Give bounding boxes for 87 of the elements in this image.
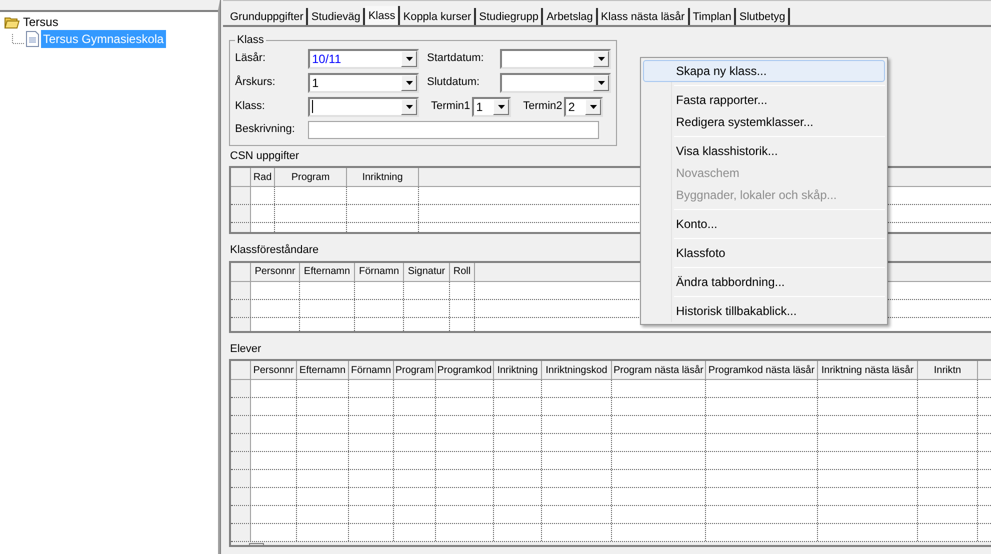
field-label: Slutdatum: bbox=[427, 75, 481, 90]
tab[interactable]: Studiegrupp bbox=[476, 8, 544, 25]
column-header[interactable]: Inriktning bbox=[347, 168, 419, 186]
menu-item[interactable]: Historisk tillbakablick... bbox=[643, 300, 885, 322]
column-header[interactable]: Programkod bbox=[436, 361, 494, 379]
tab[interactable]: Koppla kurser bbox=[400, 8, 476, 25]
column-header[interactable]: Inriktningskod bbox=[542, 361, 612, 379]
tab[interactable]: Klass bbox=[365, 6, 400, 25]
menu-item[interactable]: Konto... bbox=[643, 213, 885, 235]
field-label: Beskrivning: bbox=[235, 122, 296, 138]
column-header[interactable]: Program bbox=[275, 168, 347, 186]
dropdown-button[interactable] bbox=[401, 74, 417, 90]
column-header[interactable]: Rad bbox=[251, 168, 275, 186]
column-header[interactable]: Personnr bbox=[251, 262, 300, 280]
column-header[interactable]: Program bbox=[394, 361, 436, 379]
field-label: Årskurs: bbox=[235, 74, 276, 90]
row-header[interactable] bbox=[231, 434, 251, 451]
dropdown-button[interactable] bbox=[401, 98, 417, 114]
column-header[interactable]: Inriktning bbox=[494, 361, 542, 379]
caret-icon bbox=[406, 104, 412, 108]
caret-icon bbox=[598, 56, 604, 60]
combo-box[interactable]: 10/11 bbox=[308, 48, 419, 68]
column-header[interactable]: Efternamn bbox=[300, 262, 355, 280]
tab[interactable]: Klass nästa läsår bbox=[598, 8, 690, 25]
column-header[interactable]: Roll bbox=[450, 262, 475, 280]
tab[interactable]: Grunduppgifter bbox=[227, 8, 308, 25]
field-label: Termin1 bbox=[430, 99, 472, 114]
row-header[interactable] bbox=[231, 524, 251, 541]
section-title: CSN uppgifter bbox=[229, 148, 300, 164]
row-header[interactable] bbox=[231, 187, 251, 204]
column-header[interactable]: Signatur bbox=[404, 262, 450, 280]
menu-item[interactable]: Klassfoto bbox=[643, 242, 885, 264]
row-header[interactable] bbox=[231, 318, 251, 330]
section-title: Klassföreståndare bbox=[229, 243, 319, 258]
column-header[interactable]: Program nästa läsår bbox=[612, 361, 706, 379]
field-label: Termin2 bbox=[522, 99, 564, 114]
combo-box[interactable]: 2 bbox=[564, 96, 604, 116]
column-header[interactable]: Inriktn bbox=[918, 361, 978, 379]
combo-box[interactable]: 1 bbox=[308, 72, 419, 92]
row-header[interactable] bbox=[231, 470, 251, 487]
menu-item[interactable]: Skapa ny klass... bbox=[643, 60, 885, 82]
combo-box[interactable]: 1 bbox=[472, 96, 512, 116]
tab[interactable]: Slutbetyg bbox=[736, 8, 790, 25]
column-header[interactable]: Programkod nästa läsår bbox=[706, 361, 818, 379]
column-header[interactable]: Förnamn bbox=[349, 361, 394, 379]
dropdown-button[interactable] bbox=[593, 50, 609, 66]
caret-icon bbox=[406, 56, 412, 60]
folder-icon bbox=[4, 14, 20, 28]
caret-icon bbox=[590, 104, 597, 108]
row-header[interactable] bbox=[231, 300, 251, 316]
dropdown-button[interactable] bbox=[585, 98, 602, 114]
column-header[interactable]: Inriktning nästa läsår bbox=[818, 361, 918, 379]
row-header[interactable] bbox=[231, 282, 251, 298]
column-header[interactable]: Personnr bbox=[251, 361, 297, 379]
tab[interactable]: Arbetslag bbox=[543, 8, 598, 25]
row-header[interactable] bbox=[231, 452, 251, 469]
menu-item[interactable]: Fasta rapporter... bbox=[643, 89, 885, 111]
field-label: Startdatum: bbox=[427, 51, 485, 66]
column-header[interactable]: Förnamn bbox=[355, 262, 404, 280]
column-header[interactable]: Efternamn bbox=[297, 361, 349, 379]
field-label: Läsår: bbox=[235, 51, 267, 66]
dropdown-button[interactable] bbox=[401, 50, 417, 66]
combo-box[interactable] bbox=[500, 72, 611, 92]
dropdown-button[interactable] bbox=[493, 98, 510, 114]
combo-box[interactable] bbox=[308, 96, 419, 116]
field-label: Klass: bbox=[235, 99, 266, 114]
caret-icon bbox=[598, 80, 604, 84]
caret-icon bbox=[406, 80, 412, 84]
tab[interactable]: Timplan bbox=[690, 8, 736, 25]
section-title: Elever bbox=[229, 342, 262, 356]
document-icon bbox=[26, 31, 39, 47]
text-field[interactable] bbox=[308, 120, 599, 138]
caret-icon bbox=[498, 104, 505, 108]
row-header[interactable] bbox=[231, 398, 251, 415]
group-title: Klass bbox=[236, 33, 265, 48]
row-header[interactable] bbox=[231, 488, 251, 505]
row-header[interactable] bbox=[231, 416, 251, 433]
tree-connector bbox=[12, 34, 24, 44]
menu-item[interactable]: Ändra tabbordning... bbox=[643, 271, 885, 293]
menu-item[interactable]: Visa klasshistorik... bbox=[643, 140, 885, 162]
dropdown-button[interactable] bbox=[593, 74, 609, 90]
menu-item[interactable]: Redigera systemklasser... bbox=[643, 111, 885, 133]
combo-box[interactable] bbox=[500, 48, 611, 68]
tree-item[interactable]: Tersus bbox=[23, 12, 58, 30]
row-header[interactable] bbox=[231, 380, 251, 397]
row-header[interactable] bbox=[231, 205, 251, 222]
row-header[interactable] bbox=[231, 506, 251, 523]
